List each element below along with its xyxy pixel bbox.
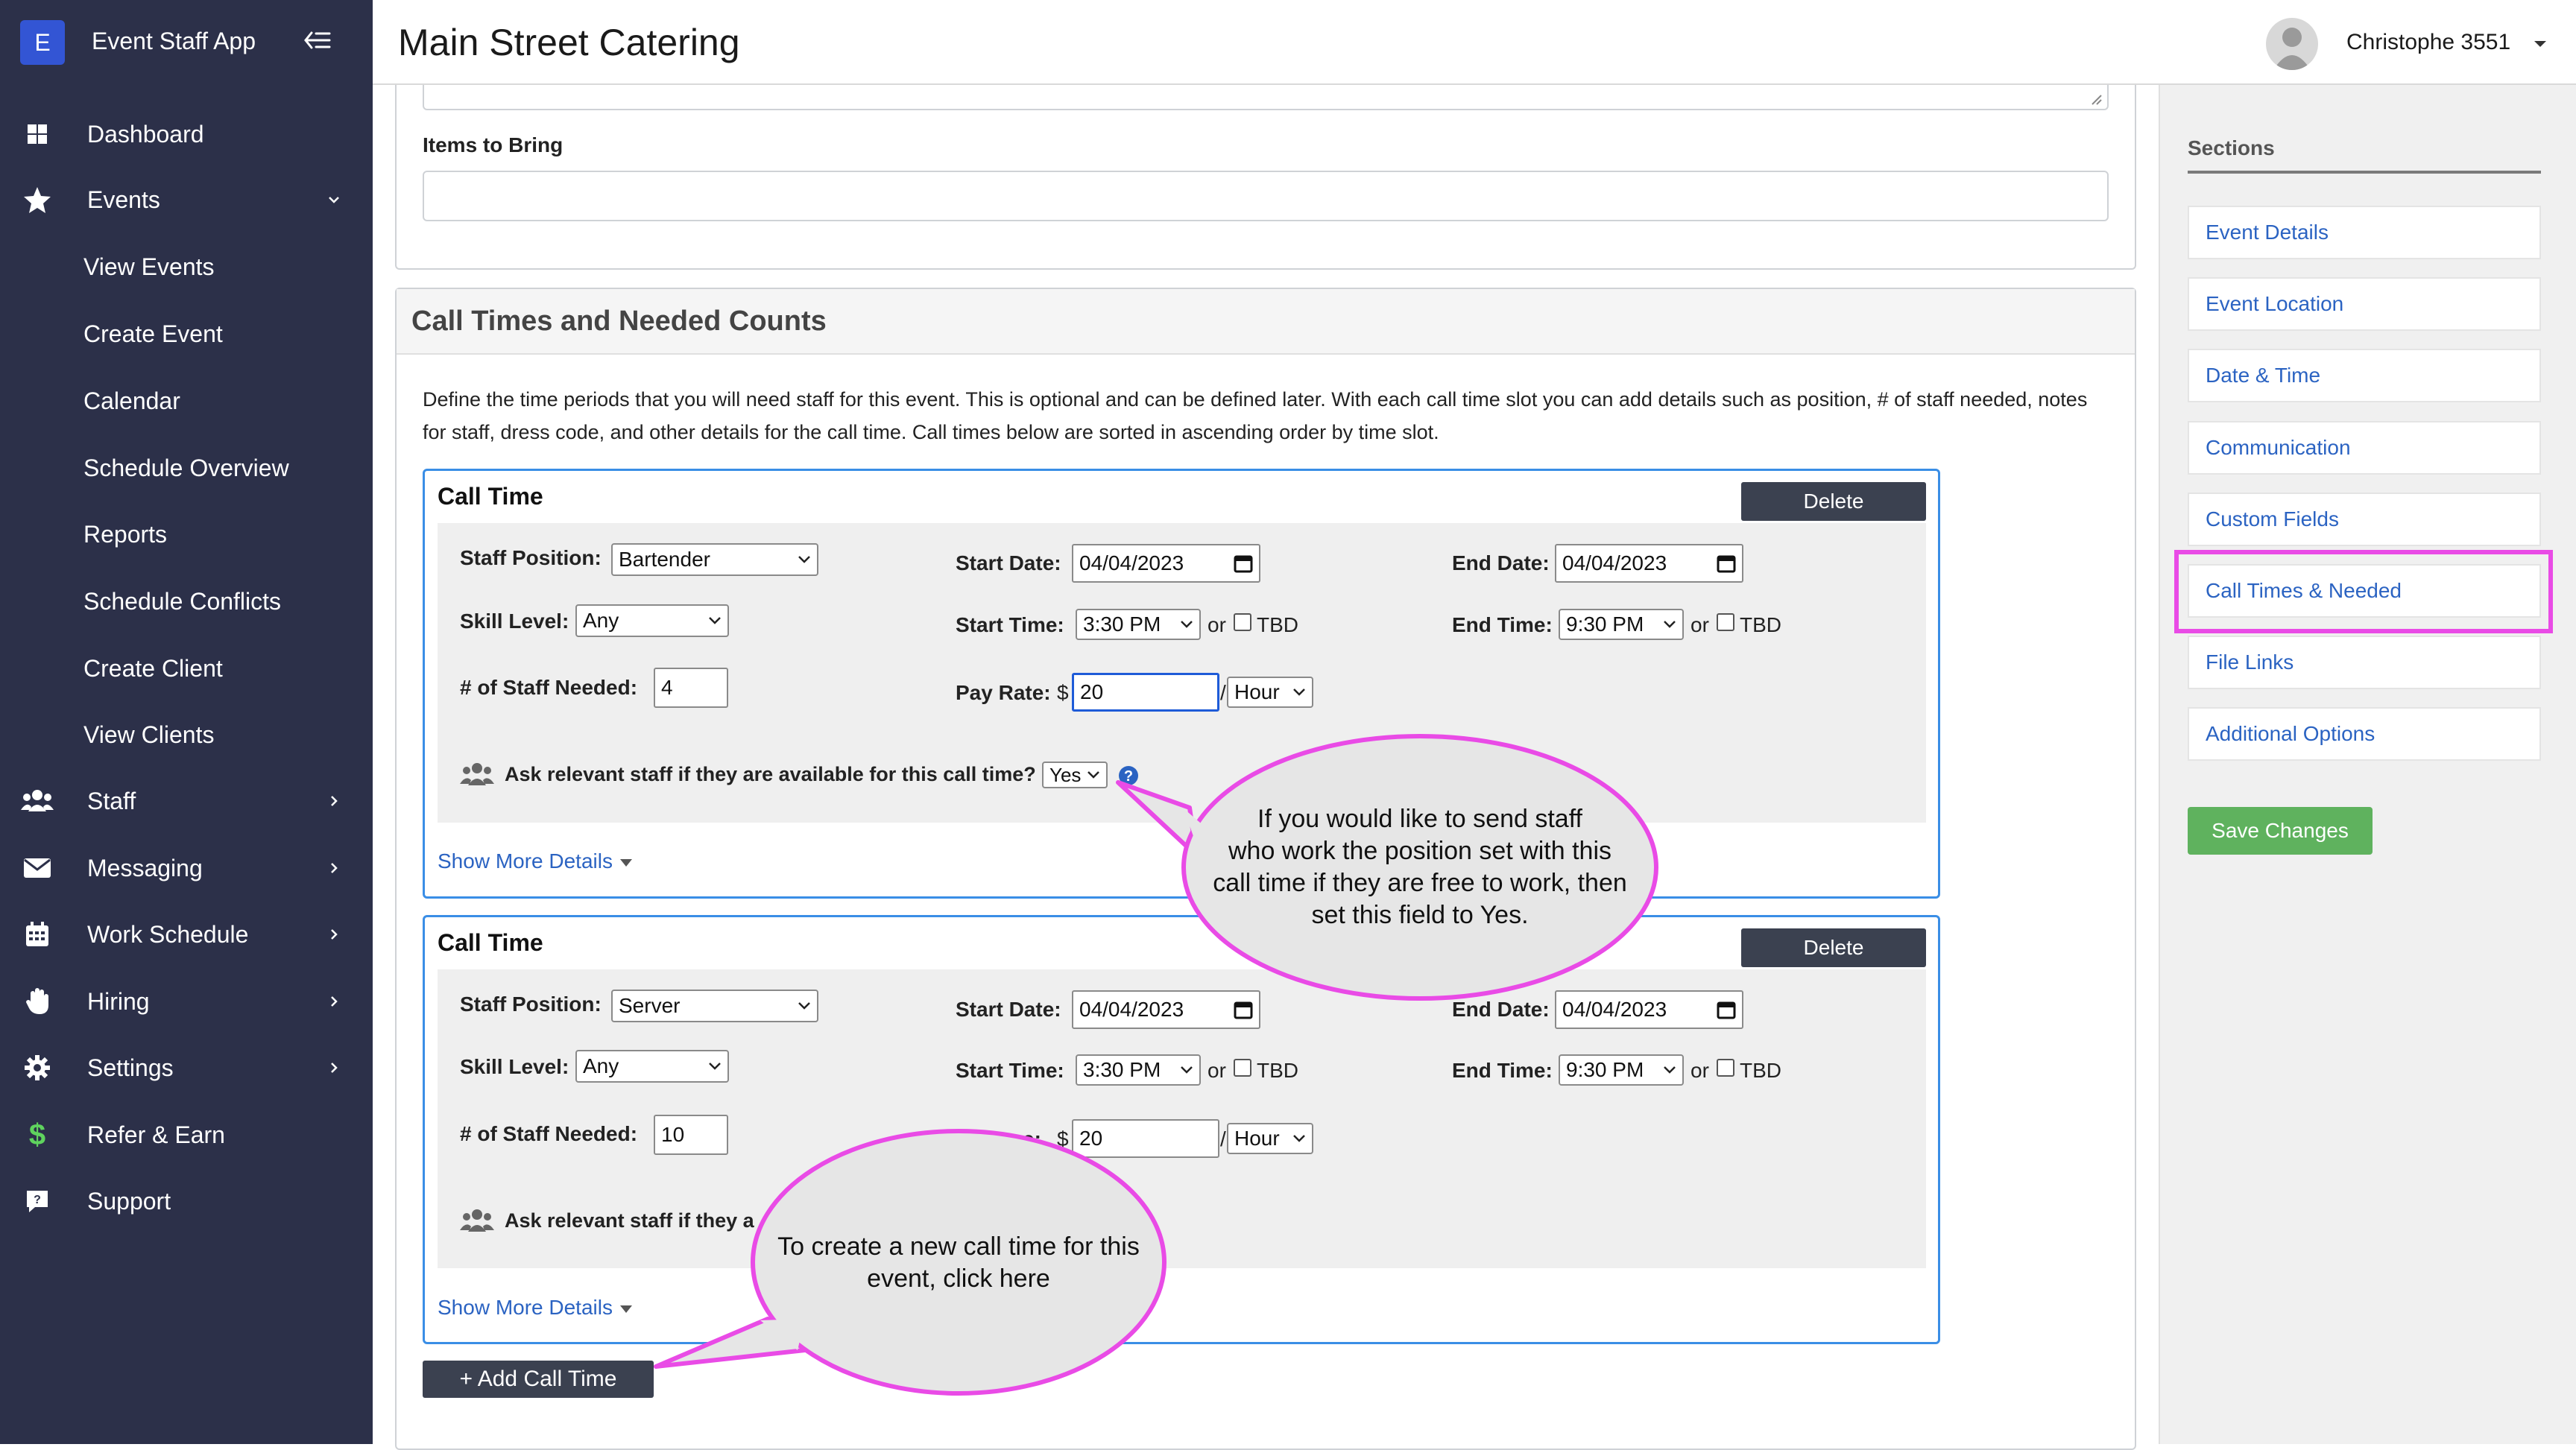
callout-ask-staff-text: If you would like to send staff who work… [1193, 803, 1647, 931]
callout-line: call time if they are free to work, then [1213, 869, 1627, 897]
callout-add-call-time-text: To create a new call time for this event… [760, 1231, 1157, 1295]
callout-line: set this field to Yes. [1311, 901, 1529, 929]
callout-line: who work the position set with this [1228, 837, 1612, 865]
callout-line: event, click here [867, 1264, 1050, 1293]
callout-line: To create a new call time for this [777, 1232, 1140, 1261]
callout-overlay [654, 734, 1658, 1396]
callout-line: If you would like to send staff [1257, 805, 1582, 833]
